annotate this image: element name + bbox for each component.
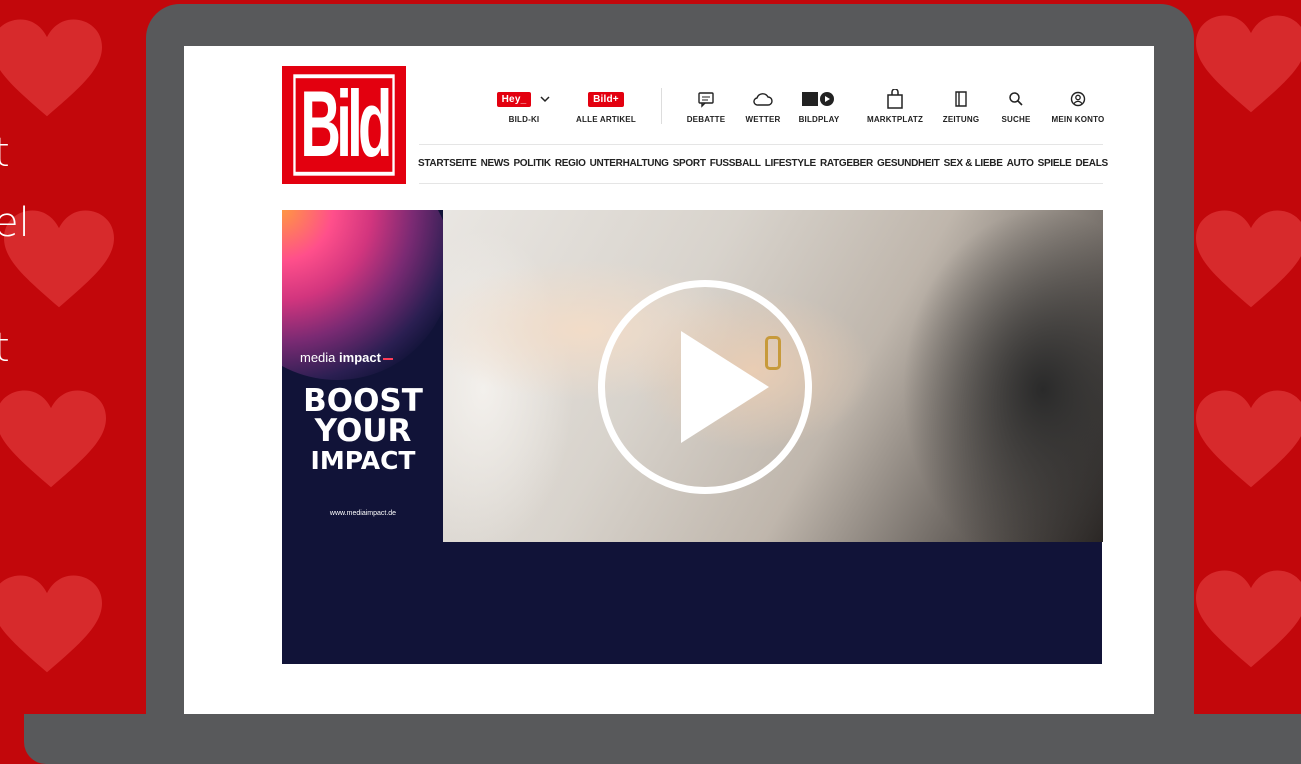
video-player-bar bbox=[282, 542, 1102, 664]
nav-item-auto[interactable]: AUTO bbox=[1007, 158, 1034, 169]
nav-item-sex-liebe[interactable]: SEX & LIEBE bbox=[944, 158, 1003, 169]
user-icon bbox=[1070, 91, 1086, 107]
ad-headline-line-3: IMPACT bbox=[310, 446, 416, 475]
toolbar-label: MEIN KONTO bbox=[1051, 115, 1105, 124]
toolbar-label: BILD-KI bbox=[508, 115, 540, 124]
nav-divider-top bbox=[419, 144, 1103, 145]
ad-headline: BOOST YOUR IMPACT bbox=[282, 386, 444, 476]
heart-icon bbox=[0, 19, 102, 117]
ad-url: www.mediaimpact.de bbox=[329, 510, 397, 517]
toolbar-bild-ki[interactable]: Hey_ BILD-KI bbox=[484, 88, 564, 124]
heart-icon bbox=[0, 390, 106, 488]
nav-item-regio[interactable]: REGIO bbox=[555, 158, 586, 169]
side-text-2: el bbox=[0, 200, 30, 246]
heart-icon bbox=[1196, 210, 1301, 308]
heart-icon bbox=[0, 575, 102, 673]
ad-brand: media impact bbox=[300, 350, 393, 365]
side-text-1: t bbox=[0, 130, 10, 176]
newspaper-icon bbox=[955, 91, 967, 107]
heart-icon bbox=[1196, 15, 1301, 113]
chat-bubble-icon bbox=[698, 92, 714, 108]
hey-badge: Hey_ bbox=[496, 91, 532, 107]
toolbar-label: BILDPLAY bbox=[798, 115, 840, 124]
toolbar-label: ALLE ARTIKEL bbox=[576, 115, 636, 124]
bildplay-icon bbox=[802, 92, 834, 106]
search-icon bbox=[1009, 92, 1023, 106]
underscore-icon bbox=[382, 357, 393, 360]
toolbar-divider bbox=[661, 88, 662, 124]
bild-plus-badge: Bild+ bbox=[588, 91, 624, 107]
ad-headline-line-2: YOUR bbox=[314, 413, 412, 449]
nav-item-spiele[interactable]: SPIELE bbox=[1038, 158, 1072, 169]
chevron-down-icon bbox=[540, 96, 550, 103]
nav-item-politik[interactable]: POLITIK bbox=[513, 158, 551, 169]
play-icon[interactable] bbox=[598, 280, 812, 494]
nav-item-startseite[interactable]: STARTSEITE bbox=[418, 158, 477, 169]
nav-item-ratgeber[interactable]: RATGEBER bbox=[820, 158, 873, 169]
laptop-base bbox=[24, 714, 1301, 764]
nav-item-news[interactable]: NEWS bbox=[481, 158, 510, 169]
bild-plus-icon: Bild+ bbox=[566, 88, 646, 110]
bild-logo[interactable]: Bild bbox=[282, 66, 406, 184]
ad-brand-light: media bbox=[300, 350, 336, 365]
toolbar-alle-artikel[interactable]: Bild+ ALLE ARTIKEL bbox=[566, 88, 646, 124]
nav-item-gesundheit[interactable]: GESUNDHEIT bbox=[877, 158, 940, 169]
ad-brand-bold: impact bbox=[339, 350, 381, 365]
nav-divider-bottom bbox=[419, 183, 1103, 184]
toolbar-bildplay[interactable]: BILDPLAY bbox=[779, 88, 859, 124]
side-text-3: t bbox=[0, 325, 10, 371]
nav-item-fussball[interactable]: FUSSBALL bbox=[710, 158, 761, 169]
hey-badge-icon: Hey_ bbox=[484, 88, 564, 110]
heart-icon bbox=[1196, 570, 1301, 668]
nav-item-lifestyle[interactable]: LIFESTYLE bbox=[765, 158, 817, 169]
ad-headline-line-1: BOOST bbox=[303, 383, 423, 419]
shopping-bag-icon bbox=[887, 89, 903, 109]
toolbar-mein-konto[interactable]: MEIN KONTO bbox=[1038, 88, 1118, 124]
nav-item-sport[interactable]: SPORT bbox=[673, 158, 706, 169]
logo-text: Bild bbox=[293, 74, 395, 176]
cloud-icon bbox=[753, 93, 773, 106]
nav-item-unterhaltung[interactable]: UNTERHALTUNG bbox=[590, 158, 669, 169]
heart-icon bbox=[1196, 390, 1301, 488]
video-player[interactable] bbox=[443, 210, 1103, 542]
main-nav: STARTSEITE NEWS POLITIK REGIO UNTERHALTU… bbox=[418, 158, 1108, 169]
laptop-screen: Bild Hey_ BILD-KI Bild+ ALLE ARTIKEL DEB… bbox=[184, 46, 1154, 714]
top-toolbar: Hey_ BILD-KI Bild+ ALLE ARTIKEL DEBATTE … bbox=[484, 88, 1114, 130]
nav-item-deals[interactable]: DEALS bbox=[1076, 158, 1109, 169]
